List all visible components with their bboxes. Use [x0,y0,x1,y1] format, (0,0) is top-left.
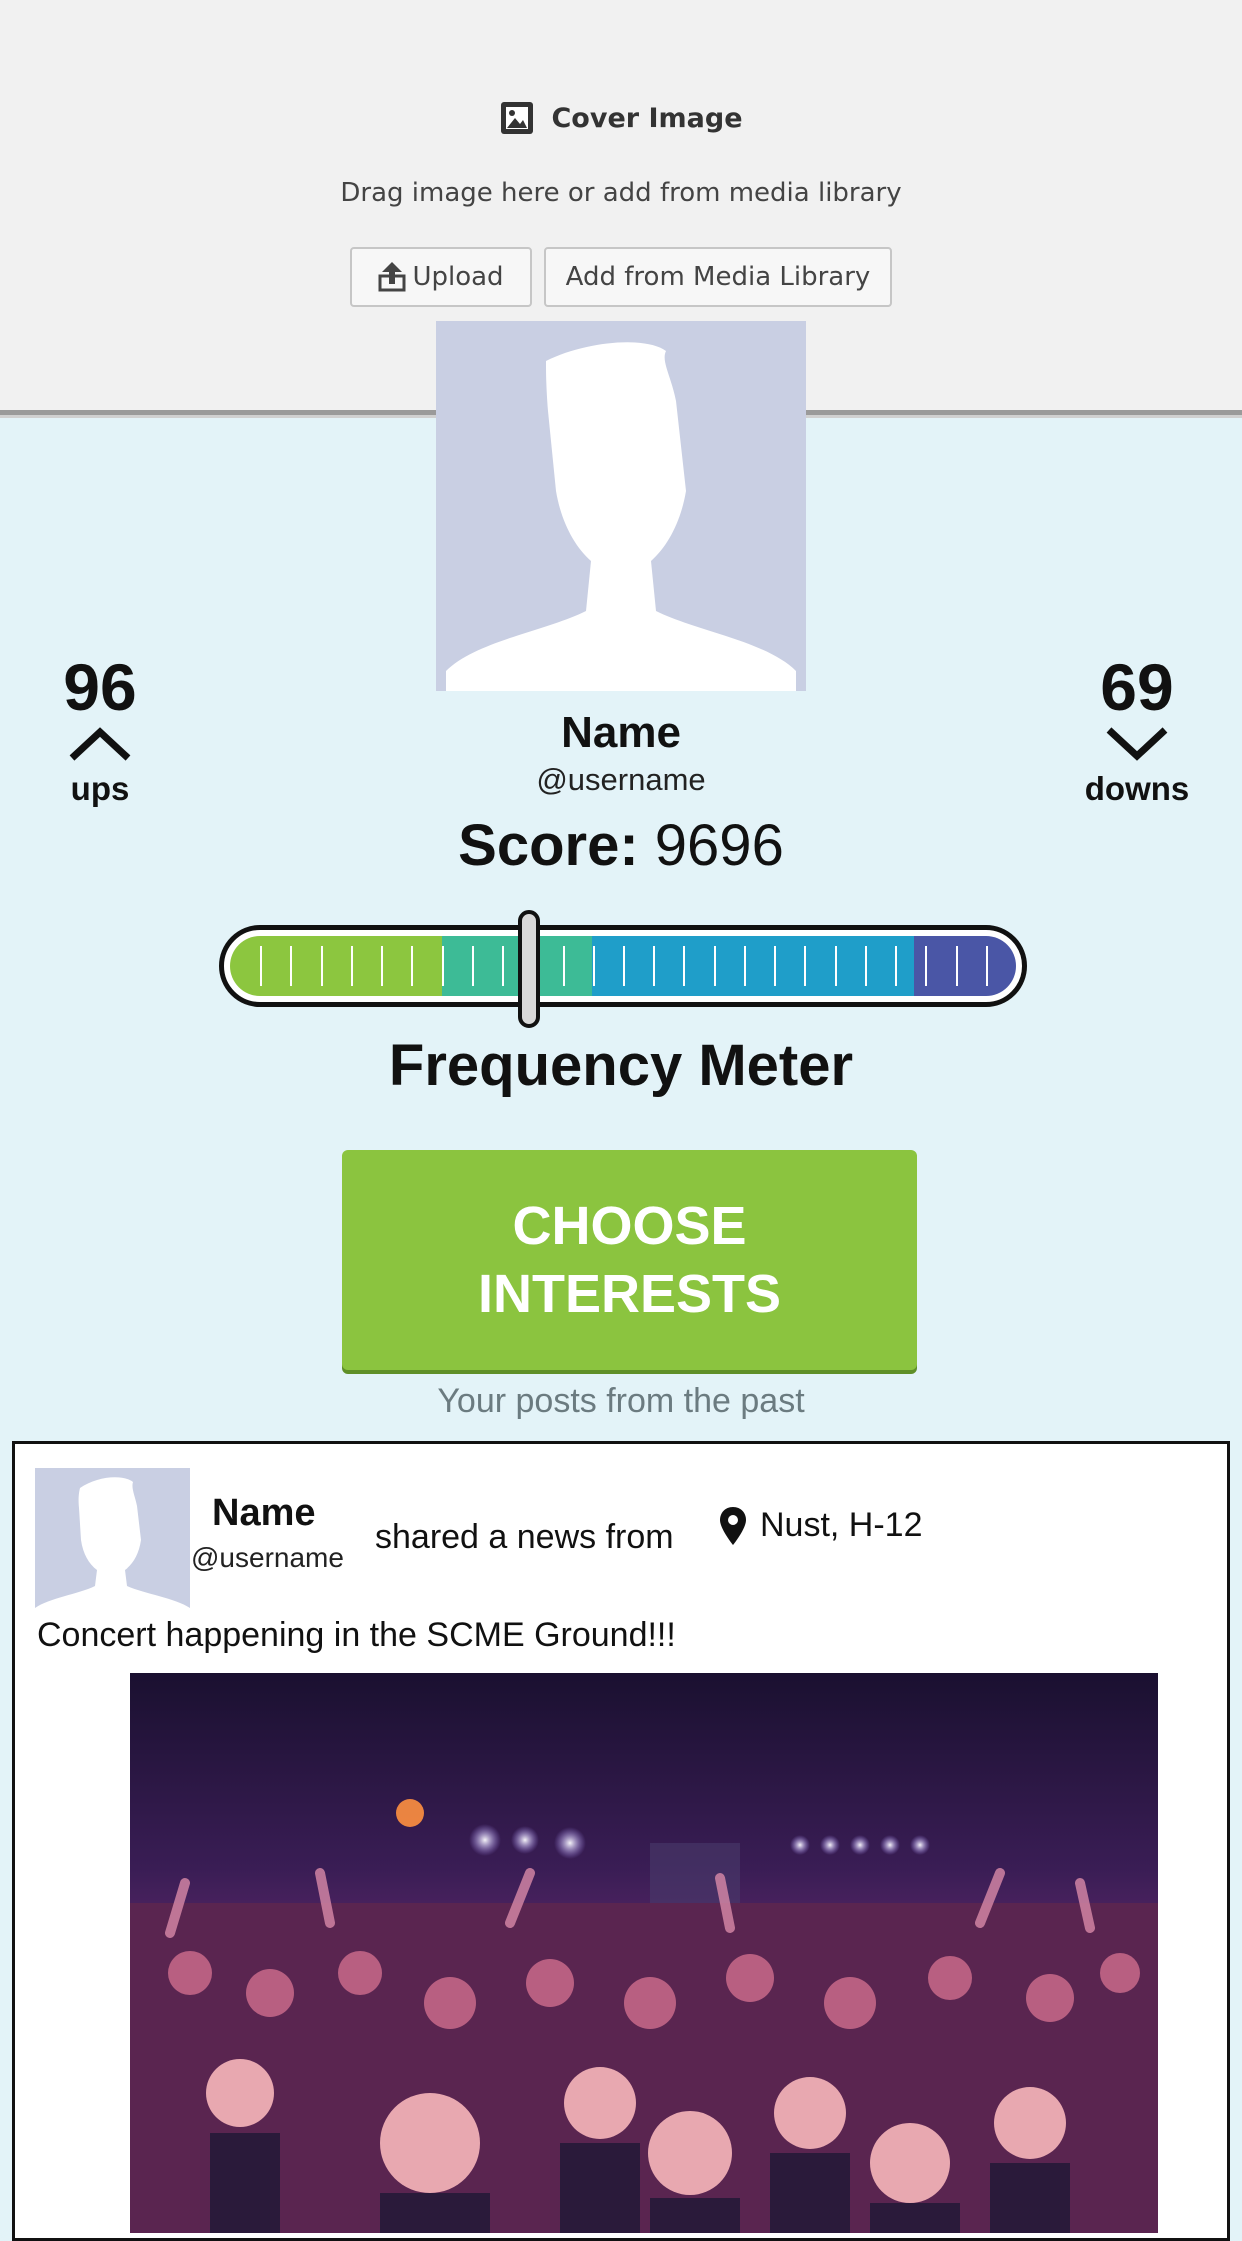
meter-tick [351,946,353,986]
avatar-silhouette [446,342,796,691]
meter-tick [623,946,625,986]
meter-tick [260,946,262,986]
meter-tick [865,946,867,986]
meter-tick [502,946,504,986]
upload-icon [378,262,406,292]
post-location-label: Nust, H-12 [760,1506,923,1544]
meter-tick [321,946,323,986]
frequency-meter [219,925,1027,1007]
avatar-silhouette [35,1477,190,1612]
meter-tick [411,946,413,986]
meter-tick [956,946,958,986]
meter-ticks [230,946,1016,986]
cover-image-header: Cover Image [0,100,1242,136]
meter-tick [563,946,565,986]
profile-avatar[interactable] [436,321,806,691]
post-author-name[interactable]: Name [212,1492,316,1535]
cover-image-title: Cover Image [551,102,743,134]
profile-name: Name [561,708,681,757]
meter-tick [381,946,383,986]
meter-tick [472,946,474,986]
profile-score: Score: 9696 [0,812,1242,879]
meter-tick [835,946,837,986]
meter-tick [593,946,595,986]
cover-image-hint: Drag image here or add from media librar… [340,178,902,208]
post-image[interactable] [130,1673,1158,2233]
meter-tick [714,946,716,986]
frequency-meter-label: Frequency Meter [388,1033,854,1098]
score-value: 9696 [654,813,784,878]
post-author-username[interactable]: @username [191,1542,344,1574]
past-posts-heading: Your posts from the past [437,1382,805,1420]
meter-needle [518,910,540,1028]
meter-tick [774,946,776,986]
post-location[interactable]: Nust, H-12 [720,1506,923,1545]
post-action-text: shared a news from [375,1518,674,1556]
post-card[interactable]: Name @username shared a news from Nust, … [12,1441,1230,2241]
meter-tick [290,946,292,986]
image-icon [501,102,534,134]
meter-tick [895,946,897,986]
meter-tick [683,946,685,986]
cta-line-1: CHOOSE [512,1196,747,1256]
post-text: Concert happening in the SCME Ground!!! [37,1616,676,1654]
profile-username: @username [536,762,706,797]
meter-tick [925,946,927,986]
meter-tick [804,946,806,986]
post-author-avatar[interactable] [35,1468,190,1612]
meter-tick [744,946,746,986]
location-pin-icon [720,1506,746,1545]
choose-interests-button[interactable]: CHOOSE INTERESTS [342,1150,917,1370]
upload-button[interactable]: Upload [350,247,532,307]
meter-tick [986,946,988,986]
meter-tick [653,946,655,986]
add-from-media-library-button[interactable]: Add from Media Library [544,247,892,307]
cta-line-2: INTERESTS [477,1264,782,1324]
score-label: Score: [458,813,639,878]
concert-photo [130,1673,1158,2233]
meter-tick [442,946,444,986]
upload-label: Upload [412,262,504,292]
